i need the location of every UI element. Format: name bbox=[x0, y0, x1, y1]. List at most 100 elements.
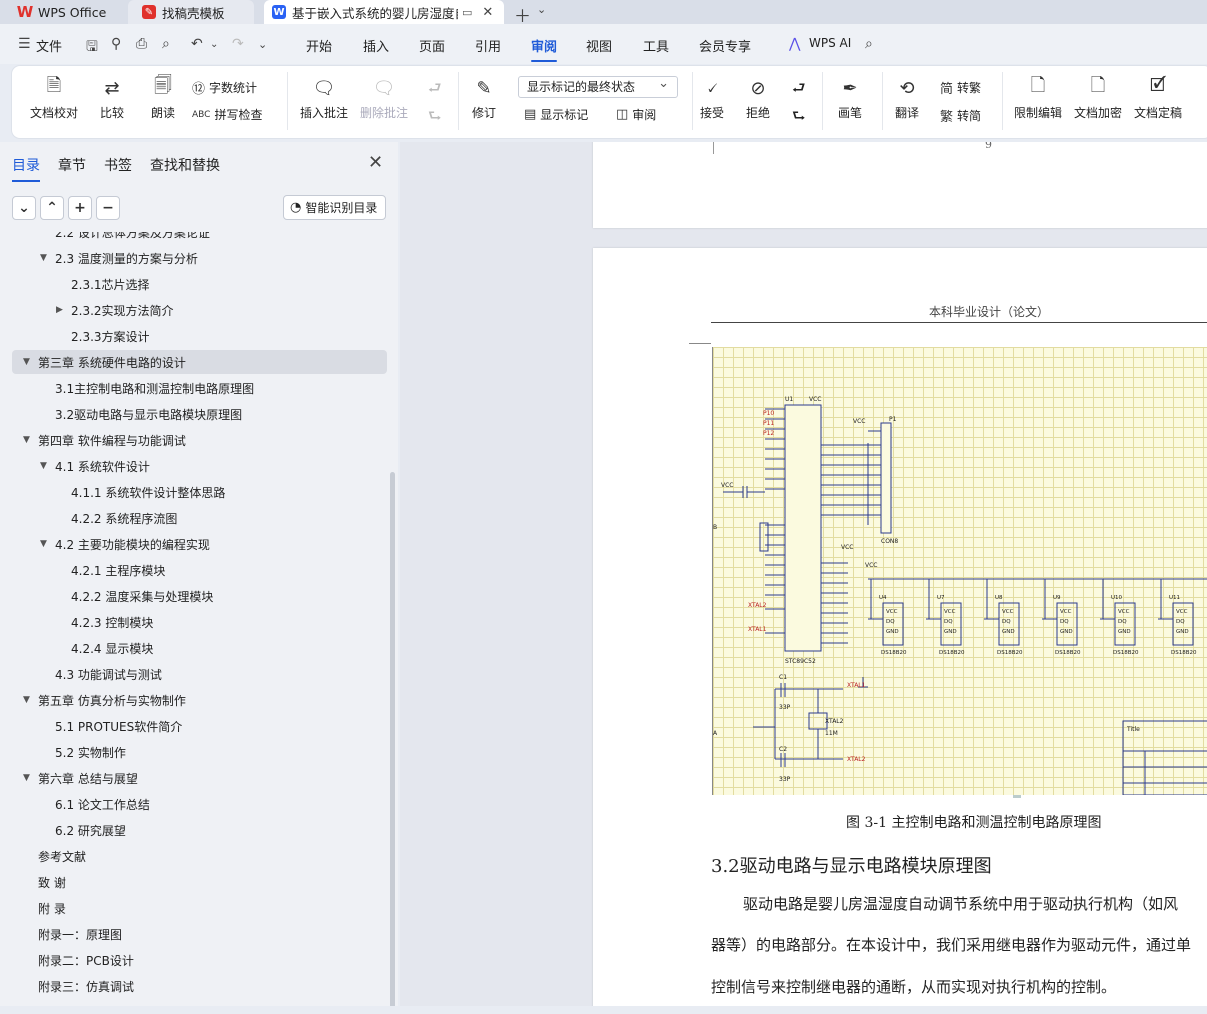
finalize-button[interactable]: 🗹 文档定稿 bbox=[1134, 75, 1182, 121]
toc-item[interactable]: 3.1主控制电路和测温控制电路原理图 bbox=[0, 376, 388, 400]
expand-down-icon[interactable]: ▼ bbox=[40, 539, 47, 549]
toc-item[interactable]: 附录一：原理图 bbox=[0, 922, 388, 946]
toc-item[interactable]: 参考文献 bbox=[0, 844, 388, 868]
menu-start[interactable]: 开始 bbox=[306, 36, 332, 55]
more-chevron-icon[interactable]: ⌄ bbox=[258, 38, 267, 51]
menu-page[interactable]: 页面 bbox=[419, 36, 445, 55]
toc-item[interactable]: ▼ 4.1 系统软件设计 bbox=[0, 454, 388, 478]
menu-insert[interactable]: 插入 bbox=[363, 36, 389, 55]
read-aloud-button[interactable]: 🗐 朗读 bbox=[151, 75, 175, 121]
toc-item[interactable]: 致 谢 bbox=[0, 870, 388, 894]
menu-wps-ai[interactable]: WPS AI bbox=[809, 36, 851, 50]
expand-up-button[interactable]: ⌃ bbox=[40, 196, 64, 220]
toc-item[interactable]: 3.2驱动电路与显示电路模块原理图 bbox=[0, 402, 388, 426]
compare-button[interactable]: ⇄ 比较 bbox=[100, 76, 124, 121]
menu-reference[interactable]: 引用 bbox=[475, 36, 501, 55]
tab-document[interactable]: W 基于嵌入式系统的婴儿房湿度自动调节系统设计 ▭ ✕ bbox=[264, 0, 504, 24]
tab-template[interactable]: ✎ 找稿壳模板 bbox=[128, 0, 254, 24]
toc-item[interactable]: ▼ 2.3 温度测量的方案与分析 bbox=[0, 246, 388, 270]
tab-bookmarks[interactable]: 书签 bbox=[104, 155, 132, 175]
save-icon[interactable]: 🖫 bbox=[86, 36, 98, 60]
accept-button[interactable]: 🗸 接受 bbox=[700, 76, 724, 121]
mark-state-select[interactable]: 显示标记的最终状态 bbox=[518, 74, 678, 98]
toc-item[interactable]: 2.3.1芯片选择 bbox=[0, 272, 388, 296]
toc-item[interactable]: 附 录 bbox=[0, 896, 388, 920]
prev-change-icon[interactable]: ⮐ bbox=[792, 78, 806, 103]
hamburger-icon[interactable]: ☰ bbox=[18, 36, 31, 52]
toc-item[interactable]: 4.3 功能调试与测试 bbox=[0, 662, 388, 686]
restrict-edit-button[interactable]: 🗋 限制编辑 bbox=[1014, 75, 1062, 121]
tab-chapters[interactable]: 章节 bbox=[58, 155, 86, 175]
toc-item[interactable]: ▼ 第六章 总结与展望 bbox=[0, 766, 388, 790]
toc-item[interactable]: 6.2 研究展望 bbox=[0, 818, 388, 842]
toc-item[interactable]: 4.2.3 控制模块 bbox=[0, 610, 388, 634]
toc-item[interactable]: 5.1 PROTUES软件简介 bbox=[0, 714, 388, 738]
menu-file[interactable]: 文件 bbox=[36, 36, 62, 55]
toc-item[interactable]: ▼ 4.2 主要功能模块的编程实现 bbox=[0, 532, 388, 556]
expand-down-icon[interactable]: ▼ bbox=[23, 435, 30, 445]
expand-down-icon[interactable]: ▼ bbox=[23, 357, 30, 367]
toc-item[interactable]: 4.2.2 系统程序流图 bbox=[0, 506, 388, 530]
tab-list-chevron-icon[interactable]: ⌄ bbox=[537, 3, 546, 16]
toc-item[interactable]: 2.3.3方案设计 bbox=[0, 324, 388, 348]
undo-icon[interactable]: ↶ bbox=[191, 36, 203, 52]
redo-icon[interactable]: ↷ bbox=[232, 36, 244, 52]
tab-wps-office[interactable]: W WPS Office bbox=[8, 0, 120, 24]
toc-item[interactable]: 附录二：PCB设计 bbox=[0, 948, 388, 972]
to-traditional-button[interactable]: 简 转繁 bbox=[940, 78, 981, 97]
toc-item[interactable]: ▼ 第四章 软件编程与功能调试 bbox=[0, 428, 388, 452]
print-preview-icon[interactable]: ⌕ bbox=[162, 36, 170, 52]
toc-item[interactable]: 2.2 设计总体方案及方案论证 bbox=[0, 232, 388, 244]
toc-item[interactable]: 4.2.2 温度采集与处理模块 bbox=[0, 584, 388, 608]
toc-item[interactable]: 5.2 实物制作 bbox=[0, 740, 388, 764]
menu-view[interactable]: 视图 bbox=[586, 36, 612, 55]
close-icon[interactable]: ✕ bbox=[368, 152, 383, 173]
next-comment-icon[interactable]: ⮑ bbox=[428, 106, 442, 131]
menu-member[interactable]: 会员专享 bbox=[699, 36, 751, 55]
reject-button[interactable]: ⊘ 拒绝 bbox=[746, 76, 770, 121]
show-marks-button[interactable]: ▤ 显示标记 bbox=[524, 106, 588, 123]
undo-chevron-icon[interactable]: ⌄ bbox=[210, 39, 218, 50]
image-handle[interactable] bbox=[1013, 795, 1021, 798]
spell-check-button[interactable]: ABC 拼写检查 bbox=[192, 106, 262, 123]
toc-item[interactable]: 附录三：仿真调试 bbox=[0, 974, 388, 998]
sidebar-scrollbar[interactable] bbox=[390, 472, 395, 1012]
print-icon[interactable]: ⎙ bbox=[136, 36, 147, 52]
share-icon[interactable]: ⚲ bbox=[111, 36, 121, 52]
search-icon[interactable]: ⌕ bbox=[865, 36, 873, 52]
next-change-icon[interactable]: ⮑ bbox=[792, 106, 806, 131]
monitor-icon[interactable]: ▭ bbox=[462, 6, 472, 19]
tab-find-replace[interactable]: 查找和替换 bbox=[150, 155, 220, 175]
toc-item[interactable]: 4.1.1 系统软件设计整体思路 bbox=[0, 480, 388, 504]
translate-button[interactable]: ⟲ 翻译 bbox=[895, 76, 919, 121]
toc-item[interactable]: ▼ 第五章 仿真分析与实物制作 bbox=[0, 688, 388, 712]
word-count-button[interactable]: ⑫ 字数统计 bbox=[192, 78, 257, 97]
expand-down-icon[interactable]: ▼ bbox=[23, 773, 30, 783]
toc-item[interactable]: 6.1 论文工作总结 bbox=[0, 792, 388, 816]
smart-toc-button[interactable]: ◔ 智能识别目录 bbox=[283, 195, 386, 220]
toc-item[interactable]: ▼ 第三章 系统硬件电路的设计 bbox=[12, 350, 387, 374]
expand-right-icon[interactable]: ▶ bbox=[56, 305, 63, 315]
encrypt-button[interactable]: 🗋 文档加密 bbox=[1074, 75, 1122, 121]
doc-check-button[interactable]: 🗎 文档校对 bbox=[30, 75, 78, 121]
delete-comment-button[interactable]: 🗨 删除批注 bbox=[360, 76, 408, 121]
expand-down-icon[interactable]: ▼ bbox=[40, 461, 47, 471]
add-heading-button[interactable]: + bbox=[68, 196, 92, 220]
revise-button[interactable]: ✎ 修订 bbox=[472, 76, 496, 121]
collapse-all-button[interactable]: ⌄ bbox=[12, 196, 36, 220]
toc-item[interactable]: 4.2.4 显示模块 bbox=[0, 636, 388, 660]
menu-review[interactable]: 审阅 bbox=[531, 36, 558, 62]
toc-item[interactable]: ▶ 2.3.2实现方法简介 bbox=[0, 298, 388, 322]
remove-heading-button[interactable]: − bbox=[96, 196, 120, 220]
expand-down-icon[interactable]: ▼ bbox=[23, 695, 30, 705]
menu-tools[interactable]: 工具 bbox=[643, 36, 669, 55]
pen-button[interactable]: ✒ 画笔 bbox=[838, 76, 862, 121]
expand-down-icon[interactable]: ▼ bbox=[40, 253, 47, 263]
prev-comment-icon[interactable]: ⮐ bbox=[428, 78, 442, 103]
close-tab-icon[interactable]: ✕ bbox=[482, 5, 493, 20]
review-pane-button[interactable]: ◫ 审阅 bbox=[616, 106, 656, 123]
tab-toc[interactable]: 目录 bbox=[12, 155, 40, 182]
toc-item[interactable]: 4.2.1 主程序模块 bbox=[0, 558, 388, 582]
to-simplified-button[interactable]: 繁 转简 bbox=[940, 106, 981, 125]
insert-comment-button[interactable]: 🗨 插入批注 bbox=[300, 76, 348, 121]
